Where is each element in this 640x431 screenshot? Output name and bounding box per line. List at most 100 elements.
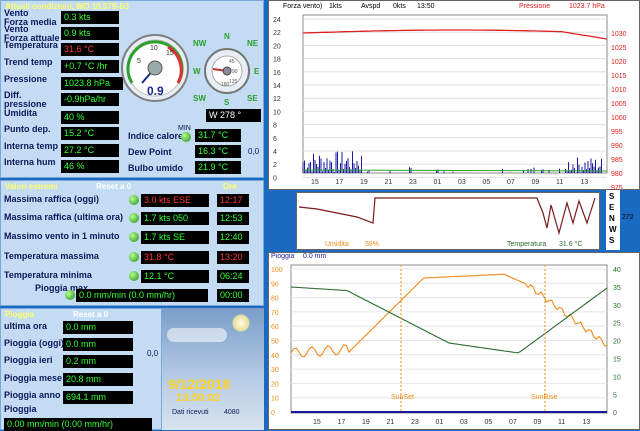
rain-row-label: Pioggia mese xyxy=(4,373,63,383)
temperature-series xyxy=(290,286,608,354)
current-side-value: 0,0 xyxy=(248,147,260,156)
time-tick-label: 21 xyxy=(385,179,393,186)
indice-label: Indice calore xyxy=(128,131,184,141)
wind-speed-gauge: 5 10 15 0.9 xyxy=(121,34,189,102)
rain-row-label: Pioggia xyxy=(4,404,37,414)
current-row-label: Interna temp xyxy=(4,141,59,151)
temp-tick-label: 10 xyxy=(613,374,621,381)
extreme-row-time: 06:24 xyxy=(217,270,249,283)
wind-tick-label: 10 xyxy=(273,109,281,116)
extreme-row-time: 12:17 xyxy=(217,194,249,207)
pressure-tick-label: 1020 xyxy=(611,59,627,66)
hum-tick-label: 70 xyxy=(271,310,279,317)
hum-tick-label: 10 xyxy=(271,396,279,403)
direction-compass-label: S xyxy=(609,236,615,245)
extreme-row-label: Temperatura massima xyxy=(4,251,99,261)
wind-tick-label: 6 xyxy=(273,136,277,143)
time-tick-label: 17 xyxy=(336,179,344,186)
hum-tick-label: 20 xyxy=(271,381,279,388)
time-tick-label: 17 xyxy=(338,419,346,426)
direction-graph-value: 272 xyxy=(622,214,634,221)
pressure-tick-label: 1025 xyxy=(611,45,627,52)
rain-row-value: 0.00 mm/min (0.00 mm/hr) xyxy=(4,418,152,431)
wind-tick-label: 18 xyxy=(273,57,281,64)
temp-value: 31.6 °C xyxy=(559,241,583,248)
current-row-label: Pressione xyxy=(4,74,48,84)
pressure-series xyxy=(302,29,608,40)
extreme-row-value: 12.1 °C xyxy=(141,270,209,283)
extreme-row-time: 12:40 xyxy=(217,231,249,244)
time-tick-label: 05 xyxy=(485,419,493,426)
extremes-panel: Valori estremi Reset a 0 Ore Massima raf… xyxy=(0,180,264,306)
time-tick-label: 07 xyxy=(507,179,515,186)
current-row-label: Interna hum xyxy=(4,157,56,167)
compass-nw: NW xyxy=(193,39,207,48)
extremes-time-title: Ore xyxy=(223,182,237,191)
temp-hum-graph: Pioggia 0.0 mm 100 90 80 70 60 50 40 30 20 10 0 40 3… xyxy=(268,252,640,430)
time-tick-label: 03 xyxy=(458,179,466,186)
temp-tick-label: 25 xyxy=(613,321,621,328)
current-row-label: Diff. pressione xyxy=(4,90,47,109)
direction-series xyxy=(298,197,596,236)
compass-tick: 45 xyxy=(229,59,235,65)
time-tick-label: 21 xyxy=(387,419,395,426)
current-row-label: Punto dep. xyxy=(4,124,51,134)
extreme-row-value: 1.7 kts 050 xyxy=(141,212,209,225)
extreme-led xyxy=(129,195,139,205)
dew-label: Dew Point xyxy=(128,147,172,157)
compass-se: SE xyxy=(247,94,258,103)
compass-tick: 180 xyxy=(221,82,230,88)
extreme-row-value: 3.0 kts ESE xyxy=(141,194,209,207)
hum-tick-label: 50 xyxy=(271,339,279,346)
compass-sw: SW xyxy=(193,94,206,103)
extreme-led xyxy=(129,213,139,223)
wind-tick-label: 8 xyxy=(273,123,277,130)
time-tick-label: 15 xyxy=(313,419,321,426)
time-tick-label: 23 xyxy=(411,419,419,426)
time-tick-label: 11 xyxy=(556,179,563,186)
wind-tick-label: 24 xyxy=(273,17,281,24)
pressure-tick-label: 980 xyxy=(611,171,623,178)
hum-tick-label: 40 xyxy=(271,353,279,360)
pressure-tick-label: 1030 xyxy=(611,31,627,38)
current-row-value: +0.7 °C /hr xyxy=(61,60,119,73)
temp-tick-label: 0 xyxy=(613,410,617,417)
extreme-led xyxy=(65,290,75,300)
pressure-tick-label: 990 xyxy=(611,143,623,150)
compass-e: E xyxy=(254,67,260,76)
status-time: 13:50:02 xyxy=(176,392,221,404)
received-label: Dati ricevuti xyxy=(172,409,209,416)
time-tick-label: 09 xyxy=(532,179,540,186)
extreme-row-label: Temperatura minima xyxy=(4,270,92,280)
time-tick-label: 11 xyxy=(558,419,565,426)
rain-row-value: 20.8 mm xyxy=(63,373,133,386)
temp-tick-label: 35 xyxy=(613,285,621,292)
compass-s: S xyxy=(224,98,230,107)
time-tick-label: 13 xyxy=(581,179,589,186)
bulbo-value: 21.9 °C xyxy=(195,161,241,174)
current-row-value: 0.9 kts xyxy=(61,27,119,40)
wind-tick-label: 22 xyxy=(273,30,281,37)
rain-row-label: Pioggia anno xyxy=(4,390,61,400)
moon-icon xyxy=(232,314,250,332)
pressure-tick-label: 1010 xyxy=(611,87,627,94)
hum-label: Umidita xyxy=(325,241,349,248)
extremes-reset[interactable]: Reset a 0 xyxy=(96,182,131,191)
temp-tick-label: 30 xyxy=(613,303,621,310)
extreme-row-value: 31.8 °C xyxy=(141,251,209,264)
time-tick-label: 13 xyxy=(583,419,591,426)
time-tick-label: 07 xyxy=(509,419,517,426)
pressure-tick-label: 1000 xyxy=(611,115,627,122)
rain-title: Pioggia xyxy=(5,310,34,319)
direction-compass-label: N xyxy=(609,214,615,223)
extreme-row-time: 00:00 xyxy=(217,289,249,302)
plot-frame xyxy=(302,14,608,174)
rain-panel: Pioggia Reset a 0 ultima ora 0.0 mm Pioggi… xyxy=(0,308,162,431)
extreme-row-value: 1.7 kts SE xyxy=(141,231,209,244)
direction-compass-label: W xyxy=(609,225,617,234)
rain-reset[interactable]: Reset a 0 xyxy=(73,310,108,319)
extreme-row-label: Massima raffica (ultima ora) xyxy=(4,212,124,222)
temp-tick-label: 15 xyxy=(613,357,621,364)
wind-tick-label: 20 xyxy=(273,43,281,50)
gauge-tick: 5 xyxy=(137,58,141,65)
